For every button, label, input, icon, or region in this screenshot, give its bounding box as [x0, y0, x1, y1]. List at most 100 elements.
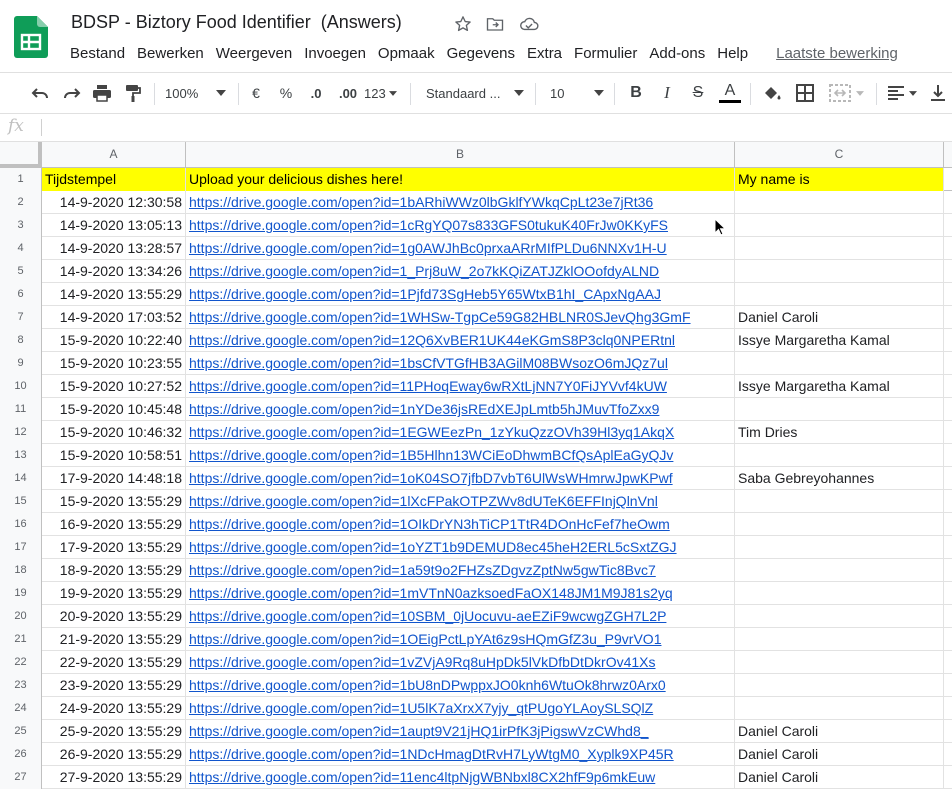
name-cell[interactable]: [735, 651, 944, 674]
upload-link-cell[interactable]: https://drive.google.com/open?id=1a59t9o…: [186, 559, 735, 582]
name-cell[interactable]: [735, 559, 944, 582]
timestamp-cell[interactable]: 14-9-2020 13:55:29: [42, 283, 186, 306]
row-number[interactable]: 4: [0, 237, 42, 260]
name-cell[interactable]: [735, 260, 944, 283]
upload-link[interactable]: https://drive.google.com/open?id=1a59t9o…: [189, 562, 656, 578]
menu-bewerken[interactable]: Bewerken: [137, 45, 204, 62]
fill-color-icon[interactable]: [760, 81, 784, 105]
font-family-select[interactable]: Standaard ...: [426, 81, 528, 105]
timestamp-cell[interactable]: 14-9-2020 13:34:26: [42, 260, 186, 283]
upload-link-cell[interactable]: https://drive.google.com/open?id=1lXcFPa…: [186, 490, 735, 513]
timestamp-cell[interactable]: 14-9-2020 12:30:58: [42, 191, 186, 214]
upload-link[interactable]: https://drive.google.com/open?id=1bU8nDP…: [189, 677, 666, 693]
upload-link[interactable]: https://drive.google.com/open?id=1lXcFPa…: [189, 493, 658, 509]
upload-link[interactable]: https://drive.google.com/open?id=1_Prj8u…: [189, 263, 659, 279]
menu-bestand[interactable]: Bestand: [70, 45, 125, 62]
name-cell[interactable]: [735, 237, 944, 260]
timestamp-cell[interactable]: 15-9-2020 10:22:40: [42, 329, 186, 352]
upload-link-cell[interactable]: https://drive.google.com/open?id=1WHSw-T…: [186, 306, 735, 329]
upload-link[interactable]: https://drive.google.com/open?id=1oK04SO…: [189, 470, 673, 486]
timestamp-cell[interactable]: 22-9-2020 13:55:29: [42, 651, 186, 674]
timestamp-cell[interactable]: 15-9-2020 10:45:48: [42, 398, 186, 421]
row-number[interactable]: 24: [0, 697, 42, 720]
sheets-logo-icon[interactable]: [14, 16, 48, 58]
column-header-c[interactable]: C: [735, 142, 944, 167]
row-number[interactable]: 25: [0, 720, 42, 743]
column-header-a[interactable]: A: [42, 142, 186, 167]
borders-icon[interactable]: [794, 81, 816, 105]
timestamp-cell[interactable]: 14-9-2020 13:05:13: [42, 214, 186, 237]
timestamp-cell[interactable]: 14-9-2020 13:28:57: [42, 237, 186, 260]
name-cell[interactable]: [735, 191, 944, 214]
italic-button[interactable]: I: [657, 81, 677, 105]
upload-link[interactable]: https://drive.google.com/open?id=11enc4l…: [189, 769, 655, 785]
row-number[interactable]: 27: [0, 766, 42, 789]
menu-invoegen[interactable]: Invoegen: [304, 45, 366, 62]
row-number[interactable]: 14: [0, 467, 42, 490]
menu-weergeven[interactable]: Weergeven: [216, 45, 292, 62]
upload-link-cell[interactable]: https://drive.google.com/open?id=1mVTnN0…: [186, 582, 735, 605]
horizontal-align-icon[interactable]: [886, 81, 918, 105]
upload-link-cell[interactable]: https://drive.google.com/open?id=1Pjfd73…: [186, 283, 735, 306]
upload-link[interactable]: https://drive.google.com/open?id=1cRgYQ0…: [189, 217, 668, 233]
timestamp-cell[interactable]: 26-9-2020 13:55:29: [42, 743, 186, 766]
vertical-align-icon[interactable]: [928, 81, 948, 105]
formula-input[interactable]: [48, 114, 948, 141]
upload-link-cell[interactable]: https://drive.google.com/open?id=1bU8nDP…: [186, 674, 735, 697]
percent-format-button[interactable]: %: [276, 81, 296, 105]
name-cell[interactable]: Daniel Caroli: [735, 720, 944, 743]
upload-link-cell[interactable]: https://drive.google.com/open?id=1OEigPc…: [186, 628, 735, 651]
upload-link[interactable]: https://drive.google.com/open?id=10SBM_0…: [189, 608, 666, 624]
row-number[interactable]: 11: [0, 398, 42, 421]
bold-button[interactable]: B: [626, 81, 646, 105]
timestamp-cell[interactable]: 15-9-2020 13:55:29: [42, 490, 186, 513]
timestamp-cell[interactable]: 20-9-2020 13:55:29: [42, 605, 186, 628]
timestamp-cell[interactable]: 27-9-2020 13:55:29: [42, 766, 186, 789]
row-number[interactable]: 5: [0, 260, 42, 283]
name-cell[interactable]: [735, 536, 944, 559]
upload-link[interactable]: https://drive.google.com/open?id=1WHSw-T…: [189, 309, 691, 325]
timestamp-cell[interactable]: 15-9-2020 10:46:32: [42, 421, 186, 444]
column-header-b[interactable]: B: [186, 142, 735, 167]
upload-link[interactable]: https://drive.google.com/open?id=1vZVjA9…: [189, 654, 656, 670]
currency-format-button[interactable]: €: [246, 81, 266, 105]
upload-link[interactable]: https://drive.google.com/open?id=1bsCfVT…: [189, 355, 668, 371]
timestamp-cell[interactable]: 17-9-2020 13:55:29: [42, 536, 186, 559]
row-number[interactable]: 13: [0, 444, 42, 467]
row-number[interactable]: 7: [0, 306, 42, 329]
upload-link[interactable]: https://drive.google.com/open?id=1NDcHma…: [189, 746, 674, 762]
row-number[interactable]: 10: [0, 375, 42, 398]
name-cell[interactable]: Daniel Caroli: [735, 743, 944, 766]
row-number[interactable]: 12: [0, 421, 42, 444]
row-number[interactable]: 3: [0, 214, 42, 237]
row-number[interactable]: 21: [0, 628, 42, 651]
upload-link[interactable]: https://drive.google.com/open?id=1Pjfd73…: [189, 286, 661, 302]
name-cell[interactable]: Saba Gebreyohannes: [735, 467, 944, 490]
redo-icon[interactable]: [60, 81, 84, 105]
row-number[interactable]: 16: [0, 513, 42, 536]
upload-link[interactable]: https://drive.google.com/open?id=1mVTnN0…: [189, 585, 673, 601]
upload-link[interactable]: https://drive.google.com/open?id=1g0AWJh…: [189, 240, 667, 256]
row-number[interactable]: 8: [0, 329, 42, 352]
row-number[interactable]: 6: [0, 283, 42, 306]
upload-link[interactable]: https://drive.google.com/open?id=1oYZT1b…: [189, 539, 677, 555]
name-cell[interactable]: Tim Dries: [735, 421, 944, 444]
select-all-corner[interactable]: [0, 142, 42, 168]
name-cell[interactable]: [735, 283, 944, 306]
row-number[interactable]: 19: [0, 582, 42, 605]
decrease-decimals-button[interactable]: .0: [303, 81, 329, 105]
name-cell[interactable]: [735, 582, 944, 605]
name-cell[interactable]: [735, 697, 944, 720]
menu-formulier[interactable]: Formulier: [574, 45, 637, 62]
upload-link-cell[interactable]: https://drive.google.com/open?id=1g0AWJh…: [186, 237, 735, 260]
upload-link[interactable]: https://drive.google.com/open?id=1nYDe36…: [189, 401, 659, 417]
strikethrough-button[interactable]: S: [688, 81, 708, 105]
paint-format-icon[interactable]: [121, 81, 145, 105]
upload-link-cell[interactable]: https://drive.google.com/open?id=1vZVjA9…: [186, 651, 735, 674]
menu-opmaak[interactable]: Opmaak: [378, 45, 435, 62]
row-number[interactable]: 9: [0, 352, 42, 375]
menu-gegevens[interactable]: Gegevens: [447, 45, 515, 62]
timestamp-cell[interactable]: 21-9-2020 13:55:29: [42, 628, 186, 651]
upload-link-cell[interactable]: https://drive.google.com/open?id=1oK04SO…: [186, 467, 735, 490]
row-number[interactable]: 1: [0, 168, 42, 191]
